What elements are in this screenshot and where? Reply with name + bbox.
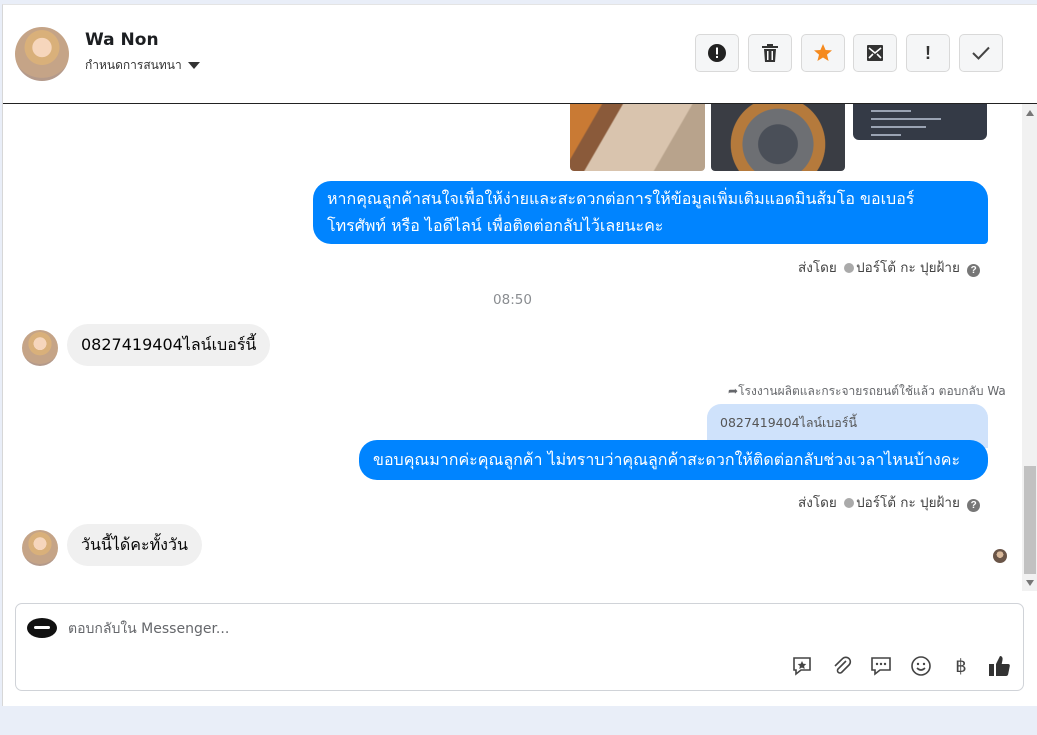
like-button[interactable] [988, 654, 1012, 678]
scroll-thumb[interactable] [1024, 466, 1036, 574]
exclamation-icon: ! [925, 42, 931, 63]
reply-composer: ฿ [15, 603, 1024, 691]
quick-reply-button[interactable] [869, 654, 893, 678]
reply-arrow-icon: ➦ [728, 384, 739, 398]
star-button[interactable] [801, 34, 845, 72]
incoming-message[interactable]: วันนี้ได้คะทั้งวัน [67, 524, 202, 566]
message-scrollbar[interactable] [1022, 104, 1037, 591]
emoji-icon [911, 656, 931, 676]
mail-archive-icon [867, 45, 883, 61]
message-photo[interactable] [570, 104, 705, 171]
chat-bubble-icon [871, 657, 891, 676]
message-photo[interactable] [711, 104, 845, 171]
message-list[interactable]: หากคุณลูกค้าสนใจเพื่อให้ง่ายและสะดวกต่อก… [3, 104, 1022, 591]
alert-circle-icon [708, 44, 726, 62]
conversation-header: Wa Non กำหนดการสนทนา ! [3, 5, 1037, 104]
incoming-message[interactable]: 0827419404ไลน์เบอร์นี้ [67, 324, 271, 366]
sender-status-icon [844, 498, 855, 508]
archive-button[interactable] [853, 34, 897, 72]
delete-button[interactable] [748, 34, 792, 72]
check-icon [972, 46, 990, 60]
conversation-panel: Wa Non กำหนดการสนทนา ! หากคุณลูกค้าสนใจเ… [2, 4, 1037, 706]
baht-icon: ฿ [955, 655, 967, 677]
seen-avatar-icon [993, 549, 1007, 563]
reply-hint: ➦โรงงานผลิตและกระจายรถยนต์ใช้แล้ว ตอบกลั… [728, 382, 1006, 401]
mark-spam-button[interactable] [695, 34, 739, 72]
sent-by-prefix: ส่งโดย [798, 260, 837, 276]
like-icon [989, 656, 1010, 676]
scroll-up-icon[interactable] [1026, 110, 1034, 116]
sent-by-label: ส่งโดย ปอร์โต้ กะ ปุยฝ้าย ? [798, 491, 981, 513]
message-photo[interactable] [853, 104, 987, 140]
attach-button[interactable] [830, 654, 854, 678]
trash-icon [762, 44, 778, 62]
help-icon[interactable]: ? [967, 499, 981, 512]
outgoing-message[interactable]: ขอบคุณมากค่ะคุณลูกค้า ไม่ทราบว่าคุณลูกค้… [359, 440, 988, 480]
sender-name: ปอร์โต้ กะ ปุยฝ้าย [856, 260, 960, 276]
saved-reply-button[interactable] [790, 654, 814, 678]
outgoing-message[interactable]: หากคุณลูกค้าสนใจเพื่อให้ง่ายและสะดวกต่อก… [313, 181, 988, 244]
follow-up-button[interactable]: ! [906, 34, 950, 72]
caret-down-icon [187, 62, 200, 69]
saved-reply-icon [793, 657, 811, 676]
message-text-line: หากคุณลูกค้าสนใจเพื่อให้ง่ายและสะดวกต่อก… [327, 189, 915, 208]
assign-conversation-label: กำหนดการสนทนา [85, 58, 182, 72]
emoji-button[interactable] [909, 654, 933, 678]
sender-name: ปอร์โต้ กะ ปุยฝ้าย [856, 495, 960, 511]
page-logo-icon [27, 618, 57, 638]
reply-hint-text: โรงงานผลิตและกระจายรถยนต์ใช้แล้ว ตอบกลับ… [738, 384, 1006, 398]
contact-avatar-small[interactable] [22, 530, 58, 566]
sent-by-prefix: ส่งโดย [798, 495, 837, 511]
message-text-line: โทรศัพท์ หรือ ไอดีไลน์ เพื่อติดต่อกลับไว… [327, 216, 664, 235]
assign-conversation-dropdown[interactable]: กำหนดการสนทนา [85, 56, 200, 75]
payment-button[interactable]: ฿ [949, 654, 973, 678]
contact-avatar[interactable] [15, 27, 69, 81]
sent-by-label: ส่งโดย ปอร์โต้ กะ ปุยฝ้าย ? [798, 256, 981, 278]
help-icon[interactable]: ? [967, 264, 981, 277]
scroll-down-icon[interactable] [1026, 580, 1034, 586]
contact-name[interactable]: Wa Non [85, 30, 159, 50]
attachment-icon [834, 656, 852, 674]
mark-done-button[interactable] [959, 34, 1003, 72]
contact-avatar-small[interactable] [22, 330, 58, 366]
message-timestamp: 08:50 [493, 292, 532, 308]
sender-status-icon [844, 263, 855, 273]
reply-input[interactable] [68, 617, 968, 641]
star-icon [814, 44, 832, 61]
